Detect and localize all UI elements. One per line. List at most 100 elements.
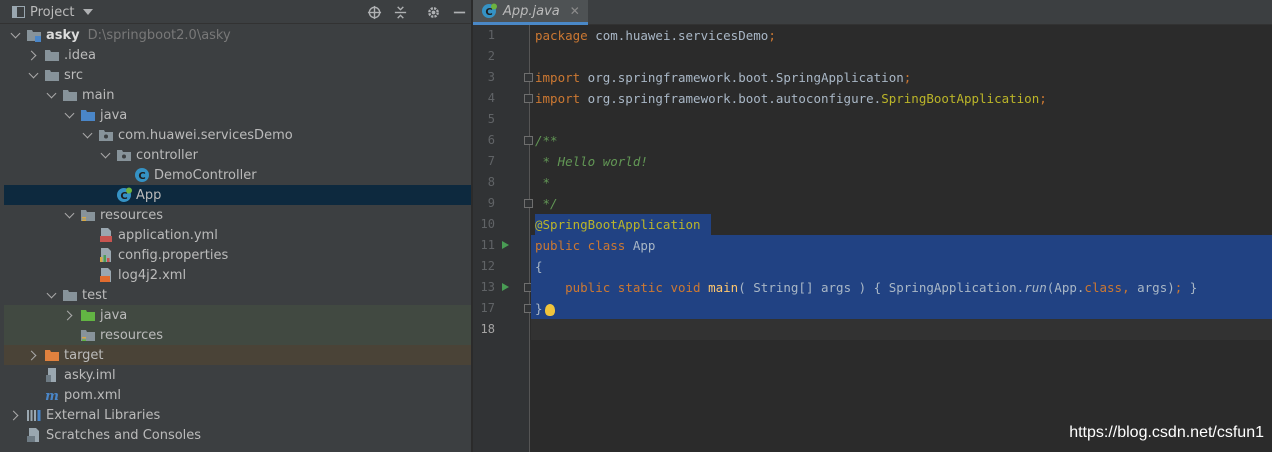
settings-button[interactable] [424, 3, 442, 21]
tree-label: resources [100, 207, 164, 223]
tree-row-idea[interactable]: .idea [4, 45, 471, 65]
code-area[interactable]: package com.huawei.servicesDemo; import … [531, 25, 1272, 452]
tree-label: target [64, 347, 104, 363]
code-line: public class App [535, 238, 656, 253]
code-line: * [535, 175, 551, 190]
code-editor: C App.java ✕ 1 2 3 4 5 6 7 8 9 10 11 12 … [473, 0, 1272, 452]
expand-arrow-icon[interactable] [26, 45, 40, 65]
line-number: 11 [480, 238, 495, 252]
expand-arrow-icon[interactable] [26, 65, 40, 85]
line-number: 5 [487, 112, 495, 126]
line-number: 6 [487, 133, 495, 147]
project-view-selector[interactable]: Project [12, 3, 94, 21]
folder-icon [44, 67, 60, 83]
tree-row-package[interactable]: com.huawei.servicesDemo [4, 125, 471, 145]
code-line: */ [535, 196, 558, 211]
line-number: 17 [480, 301, 495, 315]
collapse-all-button[interactable] [391, 3, 409, 21]
expand-arrow-icon[interactable] [80, 125, 94, 145]
tree-label: .idea [64, 47, 96, 63]
line-number: 4 [487, 91, 495, 105]
run-gutter-icon[interactable] [502, 283, 509, 291]
libraries-icon [26, 407, 42, 423]
tree-row-test[interactable]: test [4, 285, 471, 305]
tree-label: asky [46, 27, 80, 43]
tree-row-config-properties[interactable]: config.properties [4, 245, 471, 265]
tab-label: App.java [503, 3, 560, 19]
tab-app-java[interactable]: C App.java ✕ [473, 0, 588, 25]
spring-boot-class-icon: C [116, 187, 132, 203]
tree-label: config.properties [118, 247, 229, 263]
lightbulb-icon[interactable] [544, 303, 555, 316]
package-icon [116, 147, 132, 163]
expand-arrow-icon[interactable] [62, 105, 76, 125]
line-number: 12 [480, 259, 495, 273]
test-resources-folder-icon [80, 327, 96, 343]
tree-row-controller[interactable]: controller [4, 145, 471, 165]
expand-arrow-icon[interactable] [62, 305, 76, 325]
tree-row-asky-iml[interactable]: asky.iml [4, 365, 471, 385]
code-line: { [535, 259, 543, 274]
expand-arrow-icon[interactable] [44, 85, 58, 105]
tree-label: pom.xml [64, 387, 121, 403]
tree-row-src[interactable]: src [4, 65, 471, 85]
tree-label: test [82, 287, 107, 303]
expand-arrow-icon[interactable] [26, 345, 40, 365]
tree-label: src [64, 67, 83, 83]
tree-row-target[interactable]: target [4, 345, 471, 365]
expand-arrow-icon[interactable] [8, 405, 22, 425]
locate-target-button[interactable] [365, 3, 383, 21]
tree-row-scratches[interactable]: Scratches and Consoles [4, 425, 471, 445]
tree-label: log4j2.xml [118, 267, 187, 283]
tree-row-test-resources[interactable]: resources [4, 325, 471, 345]
tree-label: Scratches and Consoles [46, 427, 202, 443]
project-panel-icon [12, 6, 25, 18]
tree-row-asky[interactable]: asky D:\springboot2.0\asky [4, 25, 471, 45]
tree-row-application-yml[interactable]: application.yml [4, 225, 471, 245]
project-header: Project [0, 0, 471, 24]
svg-text:C: C [120, 191, 127, 202]
folder-icon [44, 47, 60, 63]
close-icon[interactable]: ✕ [570, 4, 580, 18]
editor-tab-bar: C App.java ✕ [473, 0, 1272, 25]
tree-label: java [100, 107, 128, 123]
line-number: 10 [480, 217, 495, 231]
tree-row-java[interactable]: java [4, 105, 471, 125]
code-line: } [535, 298, 555, 319]
expand-arrow-icon[interactable] [44, 285, 58, 305]
run-gutter-icon[interactable] [502, 241, 509, 249]
line-number: 9 [487, 196, 495, 210]
hide-panel-button[interactable] [450, 3, 468, 21]
expand-arrow-icon[interactable] [62, 205, 76, 225]
spring-boot-class-icon: C [481, 3, 497, 19]
tree-label: External Libraries [46, 407, 161, 423]
excluded-folder-icon [44, 347, 60, 363]
project-title-label: Project [30, 4, 75, 20]
line-number: 18 [480, 322, 495, 336]
folder-icon [62, 87, 78, 103]
java-class-icon: C [134, 167, 150, 183]
tree-row-test-java[interactable]: java [4, 305, 471, 325]
tree-row-log4j2-xml[interactable]: log4j2.xml [4, 265, 471, 285]
tree-path: D:\springboot2.0\asky [87, 27, 231, 43]
code-line: @SpringBootApplication [535, 217, 701, 232]
code-line: public static void main( String[] args )… [565, 280, 1198, 295]
code-line: import org.springframework.boot.autoconf… [535, 91, 1047, 106]
line-number: 13 [480, 280, 495, 294]
line-number: 3 [487, 70, 495, 84]
tree-label: asky.iml [64, 367, 116, 383]
tree-label: resources [100, 327, 164, 343]
yml-file-icon [98, 227, 114, 243]
expand-arrow-icon[interactable] [8, 25, 22, 45]
source-folder-icon [80, 107, 96, 123]
tree-row-democontroller[interactable]: C DemoController [4, 165, 471, 185]
tree-row-external-libraries[interactable]: External Libraries [4, 405, 471, 425]
tree-row-pom-xml[interactable]: m pom.xml [4, 385, 471, 405]
tree-row-resources[interactable]: resources [4, 205, 471, 225]
tree-row-main[interactable]: main [4, 85, 471, 105]
svg-text:C: C [138, 171, 145, 182]
maven-file-icon: m [44, 387, 60, 403]
tree-row-app[interactable]: C App [4, 185, 471, 205]
line-number: 1 [487, 28, 495, 42]
expand-arrow-icon[interactable] [98, 145, 112, 165]
